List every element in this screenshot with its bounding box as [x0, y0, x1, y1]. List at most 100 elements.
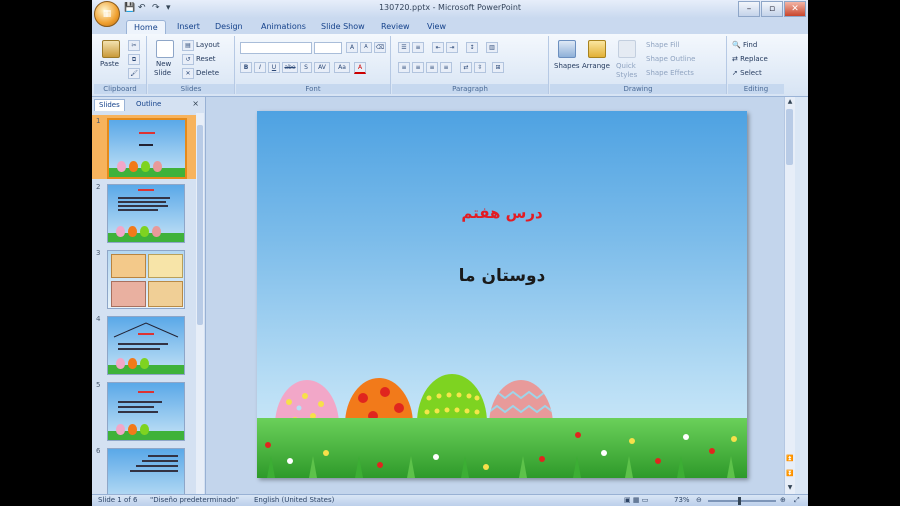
reset-icon: ↺: [182, 54, 194, 65]
scroll-thumb[interactable]: [197, 125, 203, 325]
zoom-slider-thumb[interactable]: [738, 497, 741, 505]
slide-thumbnail[interactable]: 6: [92, 445, 196, 494]
bold-button[interactable]: B: [240, 62, 252, 73]
scroll-up-icon[interactable]: ▲: [785, 97, 795, 107]
italic-button[interactable]: I: [254, 62, 266, 73]
replace-button[interactable]: ⇄ Replace: [732, 55, 768, 63]
previous-slide-icon[interactable]: ⏫: [785, 454, 795, 464]
slide-thumbnail[interactable]: 4: [92, 313, 196, 377]
find-button[interactable]: 🔍 Find: [732, 41, 757, 49]
columns-icon[interactable]: ▥: [486, 42, 498, 53]
slide-thumbnail[interactable]: 1: [92, 115, 196, 179]
arrange-icon[interactable]: [588, 40, 606, 58]
font-group: A A ⌫ B I U abe S AV Aa A Font: [236, 36, 391, 94]
current-slide[interactable]: درس هفتم دوستان ما: [257, 111, 747, 478]
select-button[interactable]: ➚ Select: [732, 69, 762, 77]
slide-preview: [107, 316, 185, 375]
flower: [629, 438, 635, 444]
clear-formatting-icon[interactable]: ⌫: [374, 42, 386, 53]
line-spacing-icon[interactable]: ↕: [466, 42, 478, 53]
reset-button[interactable]: Reset: [196, 55, 216, 63]
font-color-button[interactable]: A: [354, 62, 366, 74]
thumb-egg: [140, 226, 149, 237]
zoom-out-icon[interactable]: ⊖: [696, 496, 702, 504]
justify-icon[interactable]: ≡: [440, 62, 452, 73]
paste-button[interactable]: Paste: [100, 60, 119, 68]
delete-button[interactable]: Delete: [196, 69, 219, 77]
format-painter-icon[interactable]: 🖌: [128, 68, 140, 79]
tab-outline[interactable]: Outline: [132, 99, 165, 110]
fit-to-window-icon[interactable]: ⤢: [794, 496, 800, 505]
grow-font-icon[interactable]: A: [346, 42, 358, 53]
change-case-button[interactable]: Aa: [334, 62, 350, 73]
character-spacing-button[interactable]: AV: [314, 62, 330, 73]
font-name-box[interactable]: [240, 42, 312, 54]
tab-home[interactable]: Home: [126, 20, 166, 35]
normal-view-icon[interactable]: ▣: [624, 496, 631, 504]
thumb-title-mark: [138, 189, 154, 191]
cut-icon[interactable]: ✂: [128, 40, 140, 51]
scroll-down-icon[interactable]: ▼: [785, 483, 795, 493]
next-slide-icon[interactable]: ⏬: [785, 469, 795, 479]
slide-title[interactable]: درس هفتم: [257, 204, 747, 222]
font-size-box[interactable]: [314, 42, 342, 54]
align-text-icon[interactable]: ⇳: [474, 62, 486, 73]
decrease-indent-icon[interactable]: ⇤: [432, 42, 444, 53]
underline-button[interactable]: U: [268, 62, 280, 73]
zoom-in-icon[interactable]: ⊕: [780, 496, 786, 504]
slide-show-icon[interactable]: ▭: [642, 496, 649, 504]
paste-icon[interactable]: [102, 40, 120, 58]
close-pane-icon[interactable]: ×: [192, 99, 199, 108]
new-slide-label-2[interactable]: Slide: [154, 69, 171, 77]
increase-indent-icon[interactable]: ⇥: [446, 42, 458, 53]
vertical-scrollbar[interactable]: ▲ ⏫ ⏬ ▼: [784, 97, 795, 494]
office-button[interactable]: ▦: [94, 1, 120, 27]
zoom-slider[interactable]: [708, 500, 776, 502]
quick-styles-button[interactable]: Quick: [616, 62, 636, 70]
new-slide-icon[interactable]: [156, 40, 174, 58]
quick-styles-icon[interactable]: [618, 40, 636, 58]
numbering-icon[interactable]: ≡: [412, 42, 424, 53]
shapes-icon[interactable]: [558, 40, 576, 58]
layout-button[interactable]: Layout: [196, 41, 220, 49]
slide-subtitle[interactable]: دوستان ما: [257, 266, 747, 286]
slide-thumbnail[interactable]: 5: [92, 379, 196, 443]
shape-fill-button[interactable]: Shape Fill: [646, 41, 680, 49]
tab-design[interactable]: Design: [208, 20, 250, 34]
thumb-egg: [129, 161, 138, 172]
tab-slides[interactable]: Slides: [94, 99, 125, 111]
shapes-button[interactable]: Shapes: [554, 62, 580, 70]
text-shadow-button[interactable]: S: [300, 62, 312, 73]
slide-thumbnail[interactable]: 2: [92, 181, 196, 245]
clipboard-group: Paste ✂ ⧉ 🖌 Clipboard: [94, 36, 147, 94]
slide-sorter-icon[interactable]: ▦: [633, 496, 640, 504]
close-button[interactable]: ✕: [784, 1, 806, 17]
tab-view[interactable]: View: [420, 20, 453, 34]
scroll-thumb[interactable]: [786, 109, 793, 165]
language-indicator[interactable]: English (United States): [254, 496, 334, 504]
align-center-icon[interactable]: ≡: [412, 62, 424, 73]
thumbnail-scrollbar[interactable]: [196, 113, 204, 494]
shape-outline-button[interactable]: Shape Outline: [646, 55, 695, 63]
zoom-level[interactable]: 73%: [674, 496, 690, 504]
thumb-text-mark: [136, 465, 178, 467]
tab-review[interactable]: Review: [374, 20, 417, 34]
shape-effects-button[interactable]: Shape Effects: [646, 69, 694, 77]
smartart-icon[interactable]: ⊞: [492, 62, 504, 73]
shrink-font-icon[interactable]: A: [360, 42, 372, 53]
select-arrow-icon: ➚: [732, 69, 738, 77]
bullets-icon[interactable]: ☰: [398, 42, 410, 53]
tab-insert[interactable]: Insert: [170, 20, 207, 34]
tab-slide-show[interactable]: Slide Show: [314, 20, 372, 34]
text-direction-icon[interactable]: ⇄: [460, 62, 472, 73]
tab-animations[interactable]: Animations: [254, 20, 313, 34]
minimize-button[interactable]: –: [738, 1, 760, 17]
arrange-button[interactable]: Arrange: [582, 62, 610, 70]
slide-thumbnail[interactable]: 3: [92, 247, 196, 311]
align-left-icon[interactable]: ≡: [398, 62, 410, 73]
strikethrough-button[interactable]: abe: [282, 62, 298, 73]
new-slide-label[interactable]: New: [156, 60, 171, 68]
align-right-icon[interactable]: ≡: [426, 62, 438, 73]
maximize-button[interactable]: ▫: [761, 1, 783, 17]
copy-icon[interactable]: ⧉: [128, 54, 140, 65]
